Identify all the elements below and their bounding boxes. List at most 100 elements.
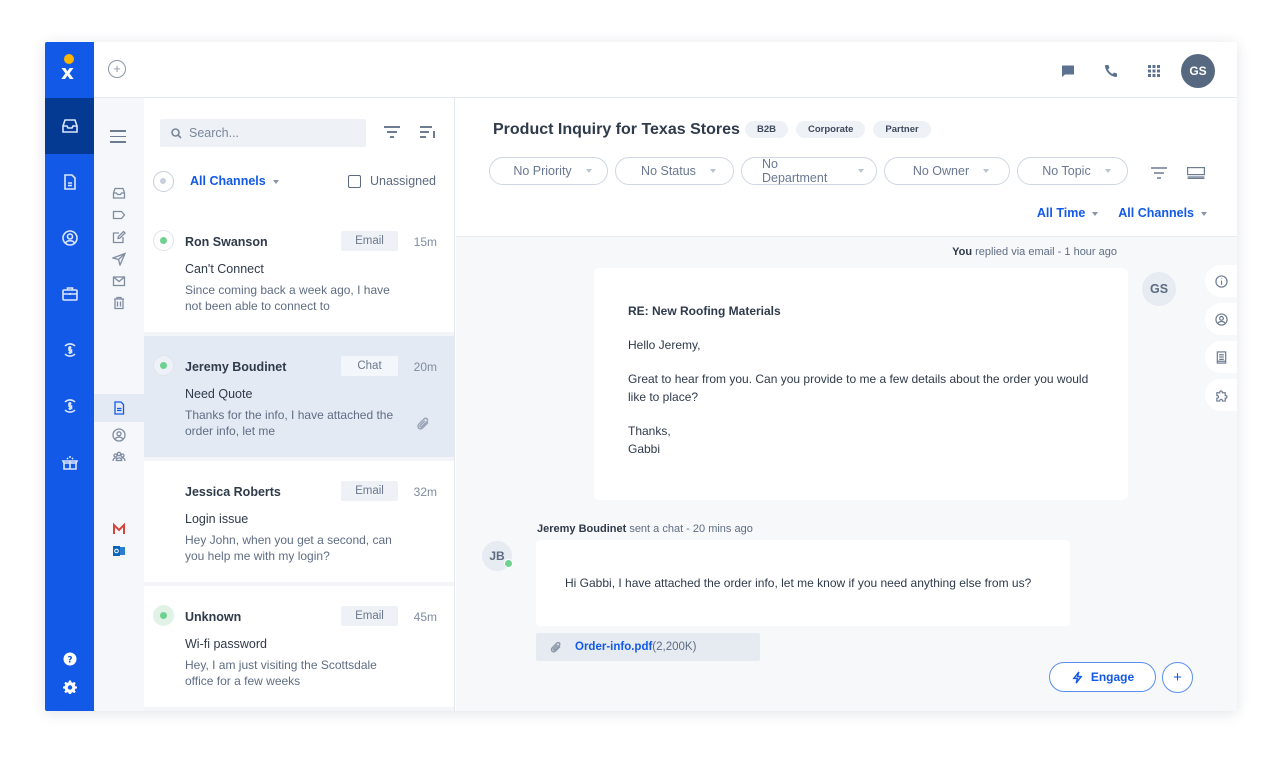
rail-item-contacts[interactable] — [45, 210, 94, 266]
attachment-name[interactable]: Order-info.pdf — [575, 641, 652, 653]
document-icon — [63, 174, 76, 190]
chat-meta: Jeremy Boudinet sent a chat - 20 mins ag… — [537, 523, 753, 535]
owner-dropdown[interactable]: No Owner — [884, 157, 1010, 185]
email-signoff: Thanks, — [628, 424, 671, 438]
attachment[interactable]: Order-info.pdf (2,200K) — [536, 633, 760, 661]
timeline-filters: All Time All Channels — [1037, 206, 1207, 220]
time-filter-dropdown[interactable]: All Time — [1037, 206, 1099, 220]
status-dropdown[interactable]: No Status — [615, 157, 734, 185]
department-dropdown[interactable]: No Department — [741, 157, 877, 185]
status-indicator — [153, 605, 174, 626]
conversation-item[interactable]: Jeremy Boudinet Chat 20m Need Quote Thanks f… — [144, 336, 454, 457]
message-preview: Hey John, when you get a second, can you… — [185, 533, 392, 563]
timestamp: 45m — [413, 610, 437, 624]
tag-chip[interactable]: Partner — [873, 121, 931, 138]
reply-meta: You replied via email - 1 hour ago — [952, 246, 1117, 258]
side-tab-info[interactable] — [1205, 265, 1237, 297]
select-all-radio[interactable] — [153, 171, 174, 192]
side-tab-notes[interactable] — [1205, 341, 1237, 373]
document-icon — [114, 401, 125, 415]
subnav-trash[interactable] — [94, 292, 144, 314]
sort-icon[interactable] — [420, 126, 436, 138]
subnav-gmail[interactable] — [94, 518, 144, 540]
subnav-documents[interactable] — [94, 394, 144, 422]
tag-chip[interactable]: B2B — [745, 121, 789, 138]
paperclip-icon — [550, 641, 561, 653]
channel-badge: Email — [341, 606, 398, 626]
rail-item-inbox[interactable] — [45, 98, 94, 154]
add-button[interactable]: + — [1162, 662, 1193, 693]
subnav-drafts[interactable] — [94, 226, 144, 248]
side-tab-contact[interactable] — [1205, 303, 1237, 335]
phone-button[interactable] — [1089, 55, 1132, 87]
status-indicator — [153, 230, 174, 251]
conversation-item[interactable]: Unknown Email 45m Wi-fi password Hey, I am j… — [144, 586, 454, 707]
nextiva-logo[interactable]: x — [45, 42, 94, 98]
conversation-subject: Need Quote — [185, 387, 253, 401]
user-avatar[interactable]: GS — [1181, 54, 1215, 88]
chevron-down-icon — [858, 169, 864, 173]
unassigned-filter[interactable]: Unassigned — [347, 174, 436, 188]
apps-grid-icon — [1147, 65, 1160, 77]
info-icon — [1214, 274, 1228, 288]
contact-name: Unknown — [185, 610, 242, 624]
detail-channel-dropdown[interactable]: All Channels — [1118, 206, 1207, 220]
apps-grid-button[interactable] — [1132, 55, 1175, 87]
conversation-subject: Can't Connect — [185, 262, 264, 276]
agent-avatar: GS — [1142, 272, 1176, 306]
email-signature: Gabbi — [628, 442, 661, 456]
channel-filter-dropdown[interactable]: All Channels — [190, 174, 279, 188]
svg-text:?: ? — [67, 656, 72, 666]
search-box[interactable] — [160, 119, 366, 147]
settings-icon — [62, 680, 77, 694]
priority-dropdown[interactable]: No Priority — [489, 157, 608, 185]
subnav-sent[interactable] — [94, 248, 144, 270]
menu-toggle[interactable] — [110, 130, 126, 147]
subnav-teams[interactable] — [94, 446, 144, 468]
plus-icon: + — [113, 61, 121, 76]
chat-button[interactable] — [1046, 55, 1089, 87]
side-tab-integrations[interactable] — [1205, 379, 1237, 411]
tag-chip[interactable]: Corporate — [796, 121, 866, 138]
new-button[interactable]: + — [108, 60, 126, 78]
help-button[interactable]: ? — [45, 645, 94, 673]
conversation-item[interactable]: Ron Swanson Email 15m Can't Connect Since co… — [144, 211, 454, 332]
subnav-tags[interactable] — [94, 204, 144, 226]
rail-item-billing[interactable] — [45, 322, 94, 378]
settings-button[interactable] — [45, 673, 94, 701]
chevron-down-icon — [272, 179, 279, 184]
lightning-icon — [1072, 670, 1083, 684]
subnav-inbox[interactable] — [94, 182, 144, 204]
search-input[interactable] — [189, 126, 359, 140]
subnav-outlook[interactable] — [94, 540, 144, 562]
channel-badge: Chat — [341, 356, 398, 376]
chevron-down-icon — [709, 169, 716, 173]
email-subject: RE: New Roofing Materials — [628, 304, 781, 318]
subnav-contacts[interactable] — [94, 424, 144, 446]
search-icon — [171, 127, 182, 139]
contact-icon — [61, 230, 78, 246]
filter-icon[interactable] — [1151, 167, 1167, 179]
timestamp: 32m — [413, 485, 437, 499]
layout-icon[interactable] — [1187, 167, 1205, 179]
engage-button[interactable]: Engage — [1049, 662, 1156, 692]
subnav-mail[interactable] — [94, 270, 144, 292]
conversation-list: All Channels Unassigned Ron Swanson Email… — [144, 98, 455, 711]
rail-item-documents[interactable] — [45, 154, 94, 210]
rail-item-revenue[interactable] — [45, 378, 94, 434]
rail-item-deals[interactable] — [45, 266, 94, 322]
message-preview: Hey, I am just visiting the Scottsdale o… — [185, 658, 377, 688]
unassigned-checkbox[interactable] — [347, 174, 361, 188]
rail-item-rewards[interactable] — [45, 434, 94, 490]
dollar-cycle-icon — [63, 399, 76, 413]
topic-dropdown[interactable]: No Topic — [1017, 157, 1128, 185]
email-body: Great to hear from you. Can you provide … — [628, 372, 1089, 404]
email-greeting: Hello Jeremy, — [628, 338, 701, 352]
chat-icon — [1061, 65, 1074, 77]
contact-icon — [112, 428, 126, 442]
filter-icon[interactable] — [384, 126, 400, 138]
rail-bottom-group: ? — [45, 645, 94, 701]
chevron-down-icon — [585, 169, 592, 173]
attachment-indicator — [416, 416, 430, 435]
conversation-item[interactable]: Jessica Roberts Email 32m Login issue Hey Jo… — [144, 461, 454, 582]
